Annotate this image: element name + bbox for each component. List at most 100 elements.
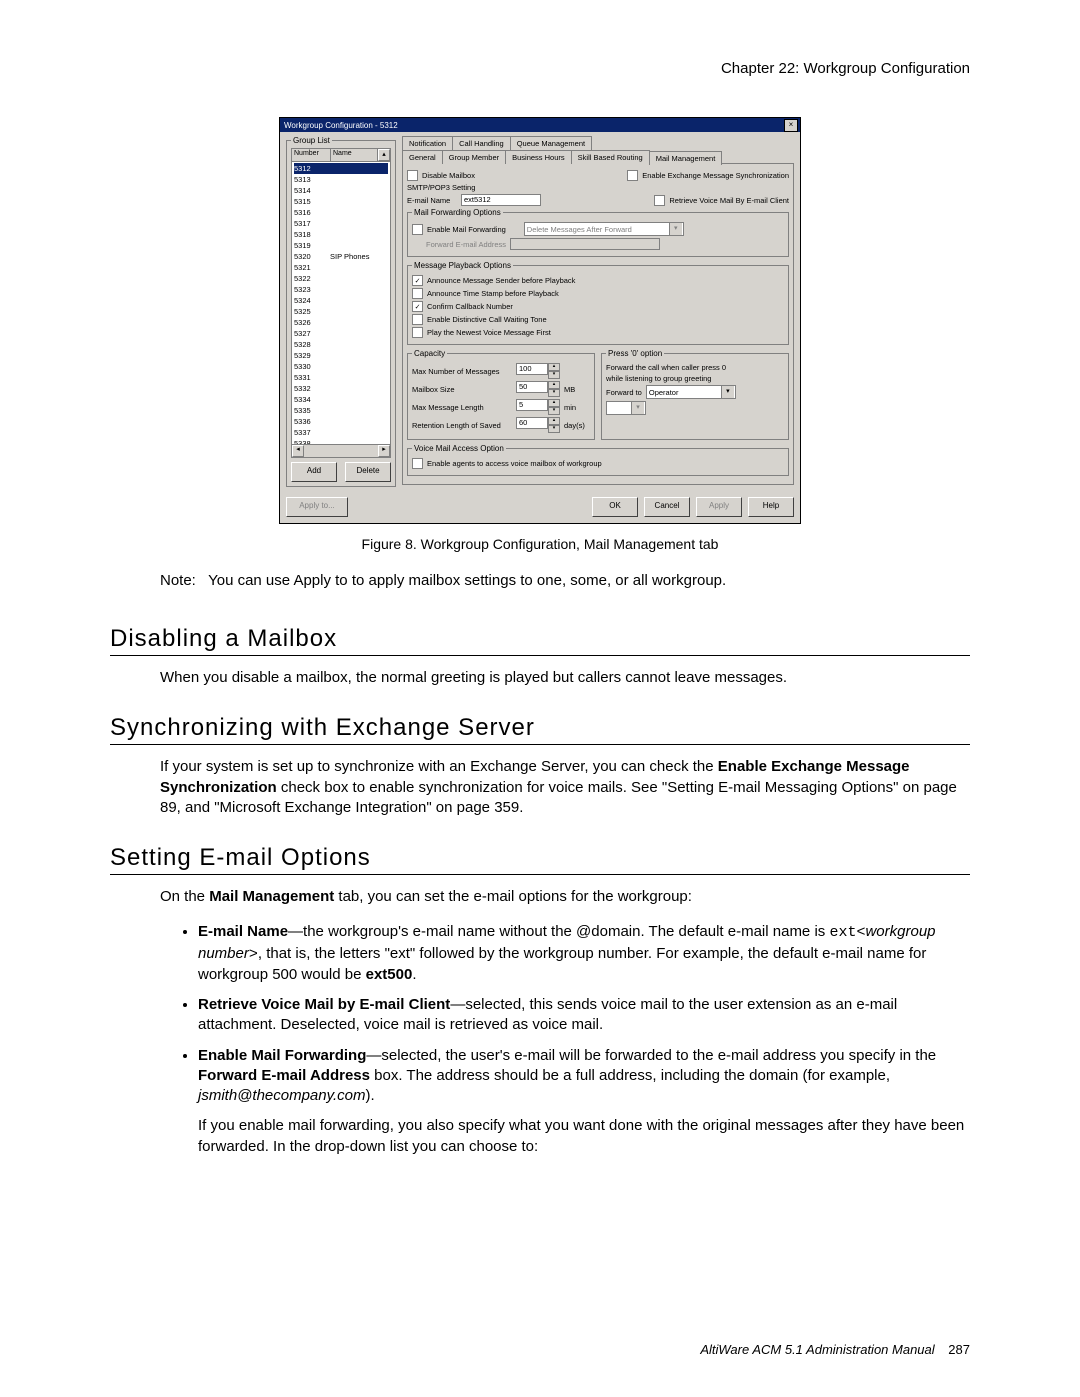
enable-exch-sync-checkbox[interactable] — [627, 170, 638, 181]
mail-forwarding-legend: Mail Forwarding Options — [412, 208, 503, 217]
tab-group-member[interactable]: Group Member — [442, 150, 506, 164]
distinctive-tone-label: Enable Distinctive Call Waiting Tone — [427, 315, 547, 324]
smtp-pop3-label: SMTP/POP3 Setting — [407, 183, 789, 192]
close-icon[interactable]: × — [784, 119, 798, 132]
ok-button[interactable]: OK — [592, 497, 638, 517]
workgroup-config-window: Workgroup Configuration - 5312 × Group L… — [279, 117, 801, 524]
spin-down-icon[interactable]: ▾ — [548, 407, 560, 415]
spin-up-icon[interactable]: ▴ — [548, 363, 560, 371]
apply-to-button[interactable]: Apply to... — [286, 497, 348, 517]
scroll-right-icon[interactable]: ▸ — [378, 445, 390, 457]
max-len-label: Max Message Length — [412, 403, 512, 412]
table-row[interactable]: 5312 — [294, 163, 388, 174]
tab-call-handling[interactable]: Call Handling — [452, 136, 511, 150]
page-footer: AltiWare ACM 5.1 Administration Manual 2… — [700, 1342, 970, 1357]
tab-skill-routing[interactable]: Skill Based Routing — [571, 150, 650, 164]
table-row[interactable]: 5315 — [294, 196, 388, 207]
distinctive-tone-checkbox[interactable] — [412, 314, 423, 325]
table-row[interactable]: 5328 — [294, 339, 388, 350]
b1-mono: ext< — [829, 924, 865, 941]
table-row[interactable]: 5334 — [294, 394, 388, 405]
spin-up-icon[interactable]: ▴ — [548, 381, 560, 389]
help-button[interactable]: Help — [748, 497, 794, 517]
table-row[interactable]: 5317 — [294, 218, 388, 229]
window-titlebar: Workgroup Configuration - 5312 × — [280, 118, 800, 132]
tab-mail-management[interactable]: Mail Management — [649, 151, 723, 165]
max-len-input[interactable]: 5 — [516, 399, 548, 411]
table-row[interactable]: 5319 — [294, 240, 388, 251]
spin-up-icon[interactable]: ▴ — [548, 399, 560, 407]
delete-button[interactable]: Delete — [345, 462, 391, 482]
spin-down-icon[interactable]: ▾ — [548, 371, 560, 379]
table-row[interactable]: 5337 — [294, 427, 388, 438]
row-number: 5328 — [294, 339, 324, 350]
table-row[interactable]: 5320SIP Phones — [294, 251, 388, 262]
table-row[interactable]: 5314 — [294, 185, 388, 196]
table-row[interactable]: 5323 — [294, 284, 388, 295]
tab-queue-management[interactable]: Queue Management — [510, 136, 592, 150]
disable-mailbox-checkbox[interactable] — [407, 170, 418, 181]
table-row[interactable]: 5316 — [294, 207, 388, 218]
scroll-left-icon[interactable]: ◂ — [292, 445, 304, 457]
spin-down-icon[interactable]: ▾ — [548, 425, 560, 433]
table-row[interactable]: 5336 — [294, 416, 388, 427]
row-number: 5319 — [294, 240, 324, 251]
tab-business-hours[interactable]: Business Hours — [505, 150, 572, 164]
b3-rest-c: ). — [366, 1087, 375, 1104]
max-msgs-label: Max Number of Messages — [412, 367, 512, 376]
scroll-up-icon[interactable]: ▴ — [378, 149, 390, 161]
row-number: 5315 — [294, 196, 324, 207]
spin-down-icon[interactable]: ▾ — [548, 389, 560, 397]
table-row[interactable]: 5325 — [294, 306, 388, 317]
list-item: E-mail Name—the workgroup's e-mail name … — [198, 922, 970, 985]
b2-lead: Retrieve Voice Mail by E-mail Client — [198, 996, 450, 1013]
forward-email-address-input — [510, 238, 660, 250]
forward-to-select[interactable]: Operator — [646, 385, 736, 399]
b1-bold2: ext500 — [366, 966, 413, 983]
tab-notification[interactable]: Notification — [402, 136, 453, 150]
newest-first-checkbox[interactable] — [412, 327, 423, 338]
email-name-input[interactable]: ext5312 — [461, 194, 541, 206]
table-row[interactable]: 5332 — [294, 383, 388, 394]
col-number[interactable]: Number — [292, 149, 331, 161]
row-number: 5327 — [294, 328, 324, 339]
table-row[interactable]: 5330 — [294, 361, 388, 372]
retrieve-vm-checkbox[interactable] — [654, 195, 665, 206]
mailbox-size-input[interactable]: 50 — [516, 381, 548, 393]
table-row[interactable]: 5331 — [294, 372, 388, 383]
announce-sender-checkbox[interactable]: ✓ — [412, 275, 423, 286]
vma-enable-checkbox[interactable] — [412, 458, 423, 469]
table-row[interactable]: 5318 — [294, 229, 388, 240]
min-unit: min — [564, 403, 576, 412]
table-row[interactable]: 5322 — [294, 273, 388, 284]
row-number: 5334 — [294, 394, 324, 405]
table-row[interactable]: 5329 — [294, 350, 388, 361]
add-button[interactable]: Add — [291, 462, 337, 482]
retention-input[interactable]: 60 — [516, 417, 548, 429]
note-text: You can use Apply to to apply mailbox se… — [208, 572, 726, 589]
table-row[interactable]: 5321 — [294, 262, 388, 273]
email-options-intro: On the Mail Management tab, you can set … — [160, 887, 970, 907]
col-name[interactable]: Name — [331, 149, 378, 161]
after-forward-select[interactable]: Delete Messages After Forward — [524, 222, 684, 236]
forward-to-ext-select — [606, 401, 646, 415]
apply-button[interactable]: Apply — [696, 497, 742, 517]
spin-up-icon[interactable]: ▴ — [548, 417, 560, 425]
confirm-callback-checkbox[interactable]: ✓ — [412, 301, 423, 312]
synchronizing-body: If your system is set up to synchronize … — [160, 757, 970, 818]
table-row[interactable]: 5326 — [294, 317, 388, 328]
cancel-button[interactable]: Cancel — [644, 497, 690, 517]
max-msgs-input[interactable]: 100 — [516, 363, 548, 375]
table-row[interactable]: 5313 — [294, 174, 388, 185]
enable-mail-fwd-checkbox[interactable] — [412, 224, 423, 235]
retrieve-vm-label: Retrieve Voice Mail By E-mail Client — [669, 196, 789, 205]
table-row[interactable]: 5327 — [294, 328, 388, 339]
table-row[interactable]: 5335 — [294, 405, 388, 416]
window-title: Workgroup Configuration - 5312 — [284, 121, 398, 130]
row-number: 5326 — [294, 317, 324, 328]
group-list[interactable]: Number Name ▴ 53125313531453155316531753… — [291, 148, 391, 458]
tab-general[interactable]: General — [402, 150, 443, 164]
newest-first-label: Play the Newest Voice Message First — [427, 328, 551, 337]
announce-time-checkbox[interactable] — [412, 288, 423, 299]
table-row[interactable]: 5324 — [294, 295, 388, 306]
